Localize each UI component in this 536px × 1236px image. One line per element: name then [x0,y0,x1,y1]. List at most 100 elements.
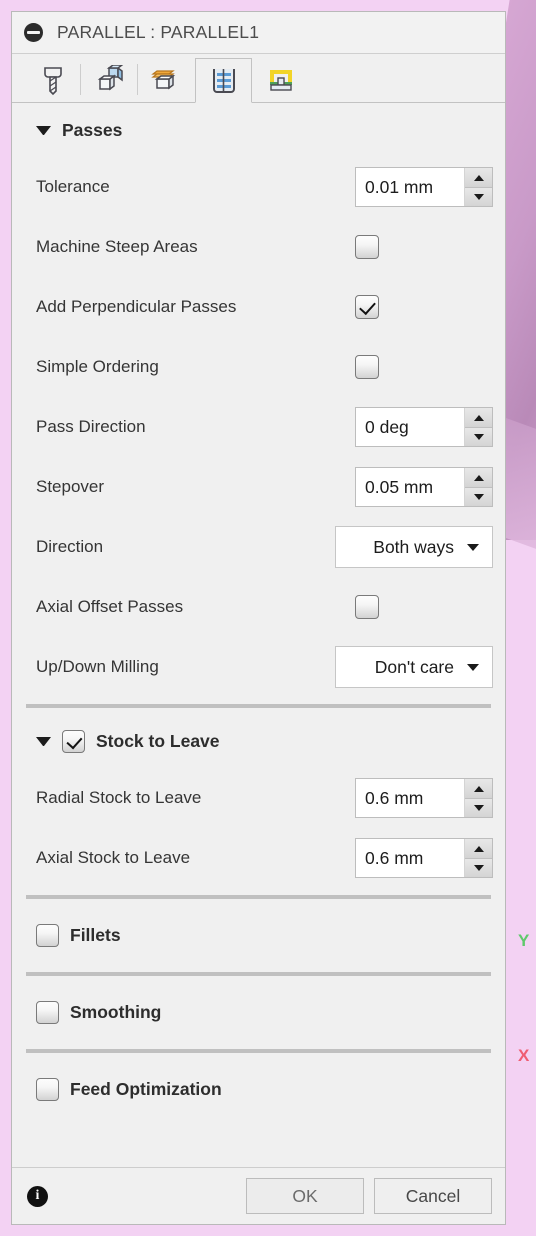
passes-icon [209,66,239,96]
dropdown-direction[interactable]: Both ways [335,526,493,568]
row-machine-steep-areas: Machine Steep Areas [24,217,493,277]
stepper-up-stepover[interactable] [465,468,492,487]
spinbox-tolerance[interactable]: 0.01 mm [355,167,493,207]
input-stepover[interactable]: 0.05 mm [356,468,465,506]
ok-button[interactable]: OK [246,1178,364,1214]
row-direction: Direction Both ways [24,517,493,577]
heights-cube-icon [150,65,183,95]
control-machine-steep-areas [355,235,493,259]
control-axial-stock-to-leave: 0.6 mm [355,838,493,878]
stepper-axial-stock-to-leave [465,839,492,877]
info-icon[interactable]: i [27,1185,48,1207]
tab-geometry[interactable] [80,57,138,102]
section-header-feed-optimization[interactable]: Feed Optimization [24,1059,493,1119]
stepper-radial-stock-to-leave [465,779,492,817]
spinbox-radial-stock-to-leave[interactable]: 0.6 mm [355,778,493,818]
section-title-fillets: Fillets [70,924,121,945]
section-header-fillets[interactable]: Fillets [24,905,493,965]
checkbox-stock-to-leave[interactable] [62,729,85,753]
checkbox-add-perpendicular-passes[interactable] [355,295,379,319]
checkbox-feed-optimization[interactable] [36,1077,59,1101]
section-title-feed-optimization: Feed Optimization [70,1078,222,1099]
row-axial-offset-passes: Axial Offset Passes [24,577,493,637]
section-header-smoothing[interactable]: Smoothing [24,982,493,1042]
stepper-up-radial-stock[interactable] [465,779,492,798]
chevron-down-icon [467,663,479,671]
caret-down-icon [473,434,484,440]
control-stepover: 0.05 mm [355,467,493,507]
label-add-perpendicular-passes: Add Perpendicular Passes [36,297,237,316]
section-header-stock-to-leave[interactable]: Stock to Leave [24,714,493,768]
section-title-smoothing: Smoothing [70,1001,162,1022]
dropdown-up-down-milling-value: Don't care [374,656,454,677]
tab-passes[interactable] [195,58,252,103]
row-tolerance: Tolerance 0.01 mm [24,157,493,217]
stepper-up-pass-direction[interactable] [465,408,492,427]
chevron-down-icon [467,543,479,551]
dialog-footer: i OK Cancel [12,1167,505,1224]
label-stepover: Stepover [36,477,105,496]
caret-up-icon [473,174,484,181]
tab-strip [12,54,505,103]
section-title-stock-to-leave: Stock to Leave [96,730,220,751]
caret-up-icon [473,414,484,421]
row-up-down-milling: Up/Down Milling Don't care [24,637,493,697]
checkbox-machine-steep-areas[interactable] [355,235,379,259]
dropdown-up-down-milling[interactable]: Don't care [335,646,493,688]
chevron-down-icon [36,736,51,746]
tab-tool[interactable] [24,57,81,102]
stepper-down-pass-direction[interactable] [465,427,492,446]
axis-label-x: X [518,1046,530,1065]
dialog-title: PARALLEL : PARALLEL1 [57,22,260,42]
input-radial-stock-to-leave[interactable]: 0.6 mm [356,779,465,817]
stepper-up-axial-stock[interactable] [465,839,492,858]
section-title-passes: Passes [62,119,123,140]
stepper-pass-direction [465,408,492,446]
stepper-down-radial-stock[interactable] [465,798,492,817]
dropdown-direction-value: Both ways [373,536,454,557]
input-tolerance[interactable]: 0.01 mm [356,168,465,206]
control-simple-ordering [355,355,493,379]
section-divider [26,972,491,976]
spinbox-pass-direction[interactable]: 0 deg [355,407,493,447]
stepper-down-tolerance[interactable] [465,187,492,206]
settings-panel: Passes Tolerance 0.01 mm Machine Steep A… [12,103,505,1167]
minus-circle-icon [24,23,43,42]
stepper-stepover [465,468,492,506]
stepper-down-axial-stock[interactable] [465,858,492,877]
label-radial-stock-to-leave: Radial Stock to Leave [36,788,202,807]
label-direction: Direction [36,537,104,556]
spinbox-stepover[interactable]: 0.05 mm [355,467,493,507]
row-add-perpendicular-passes: Add Perpendicular Passes [24,277,493,337]
chevron-down-icon [36,125,51,135]
control-up-down-milling: Don't care [335,646,493,688]
checkbox-smoothing[interactable] [36,1000,59,1024]
control-pass-direction: 0 deg [355,407,493,447]
linking-icon [266,66,296,94]
label-axial-stock-to-leave: Axial Stock to Leave [36,848,191,867]
row-simple-ordering: Simple Ordering [24,337,493,397]
row-radial-stock-to-leave: Radial Stock to Leave 0.6 mm [24,768,493,828]
control-axial-offset-passes [355,595,493,619]
row-stepover: Stepover 0.05 mm [24,457,493,517]
tab-linking[interactable] [252,57,309,102]
caret-down-icon [473,865,484,871]
tab-heights[interactable] [137,57,195,102]
stepper-up-tolerance[interactable] [465,168,492,187]
checkbox-fillets[interactable] [36,923,59,947]
geometry-cube-icon [94,64,126,95]
parallel-operation-dialog: PARALLEL : PARALLEL1 Passes Tolerance 0.… [11,11,506,1225]
input-axial-stock-to-leave[interactable]: 0.6 mm [356,839,465,877]
checkbox-axial-offset-passes[interactable] [355,595,379,619]
dialog-titlebar[interactable]: PARALLEL : PARALLEL1 [12,12,505,54]
caret-up-icon [473,785,484,792]
spinbox-axial-stock-to-leave[interactable]: 0.6 mm [355,838,493,878]
stepper-down-stepover[interactable] [465,487,492,506]
tool-bit-icon [38,64,68,96]
row-axial-stock-to-leave: Axial Stock to Leave 0.6 mm [24,828,493,888]
input-pass-direction[interactable]: 0 deg [356,408,465,446]
section-divider [26,895,491,899]
section-header-passes[interactable]: Passes [24,103,493,157]
cancel-button[interactable]: Cancel [374,1178,492,1214]
checkbox-simple-ordering[interactable] [355,355,379,379]
